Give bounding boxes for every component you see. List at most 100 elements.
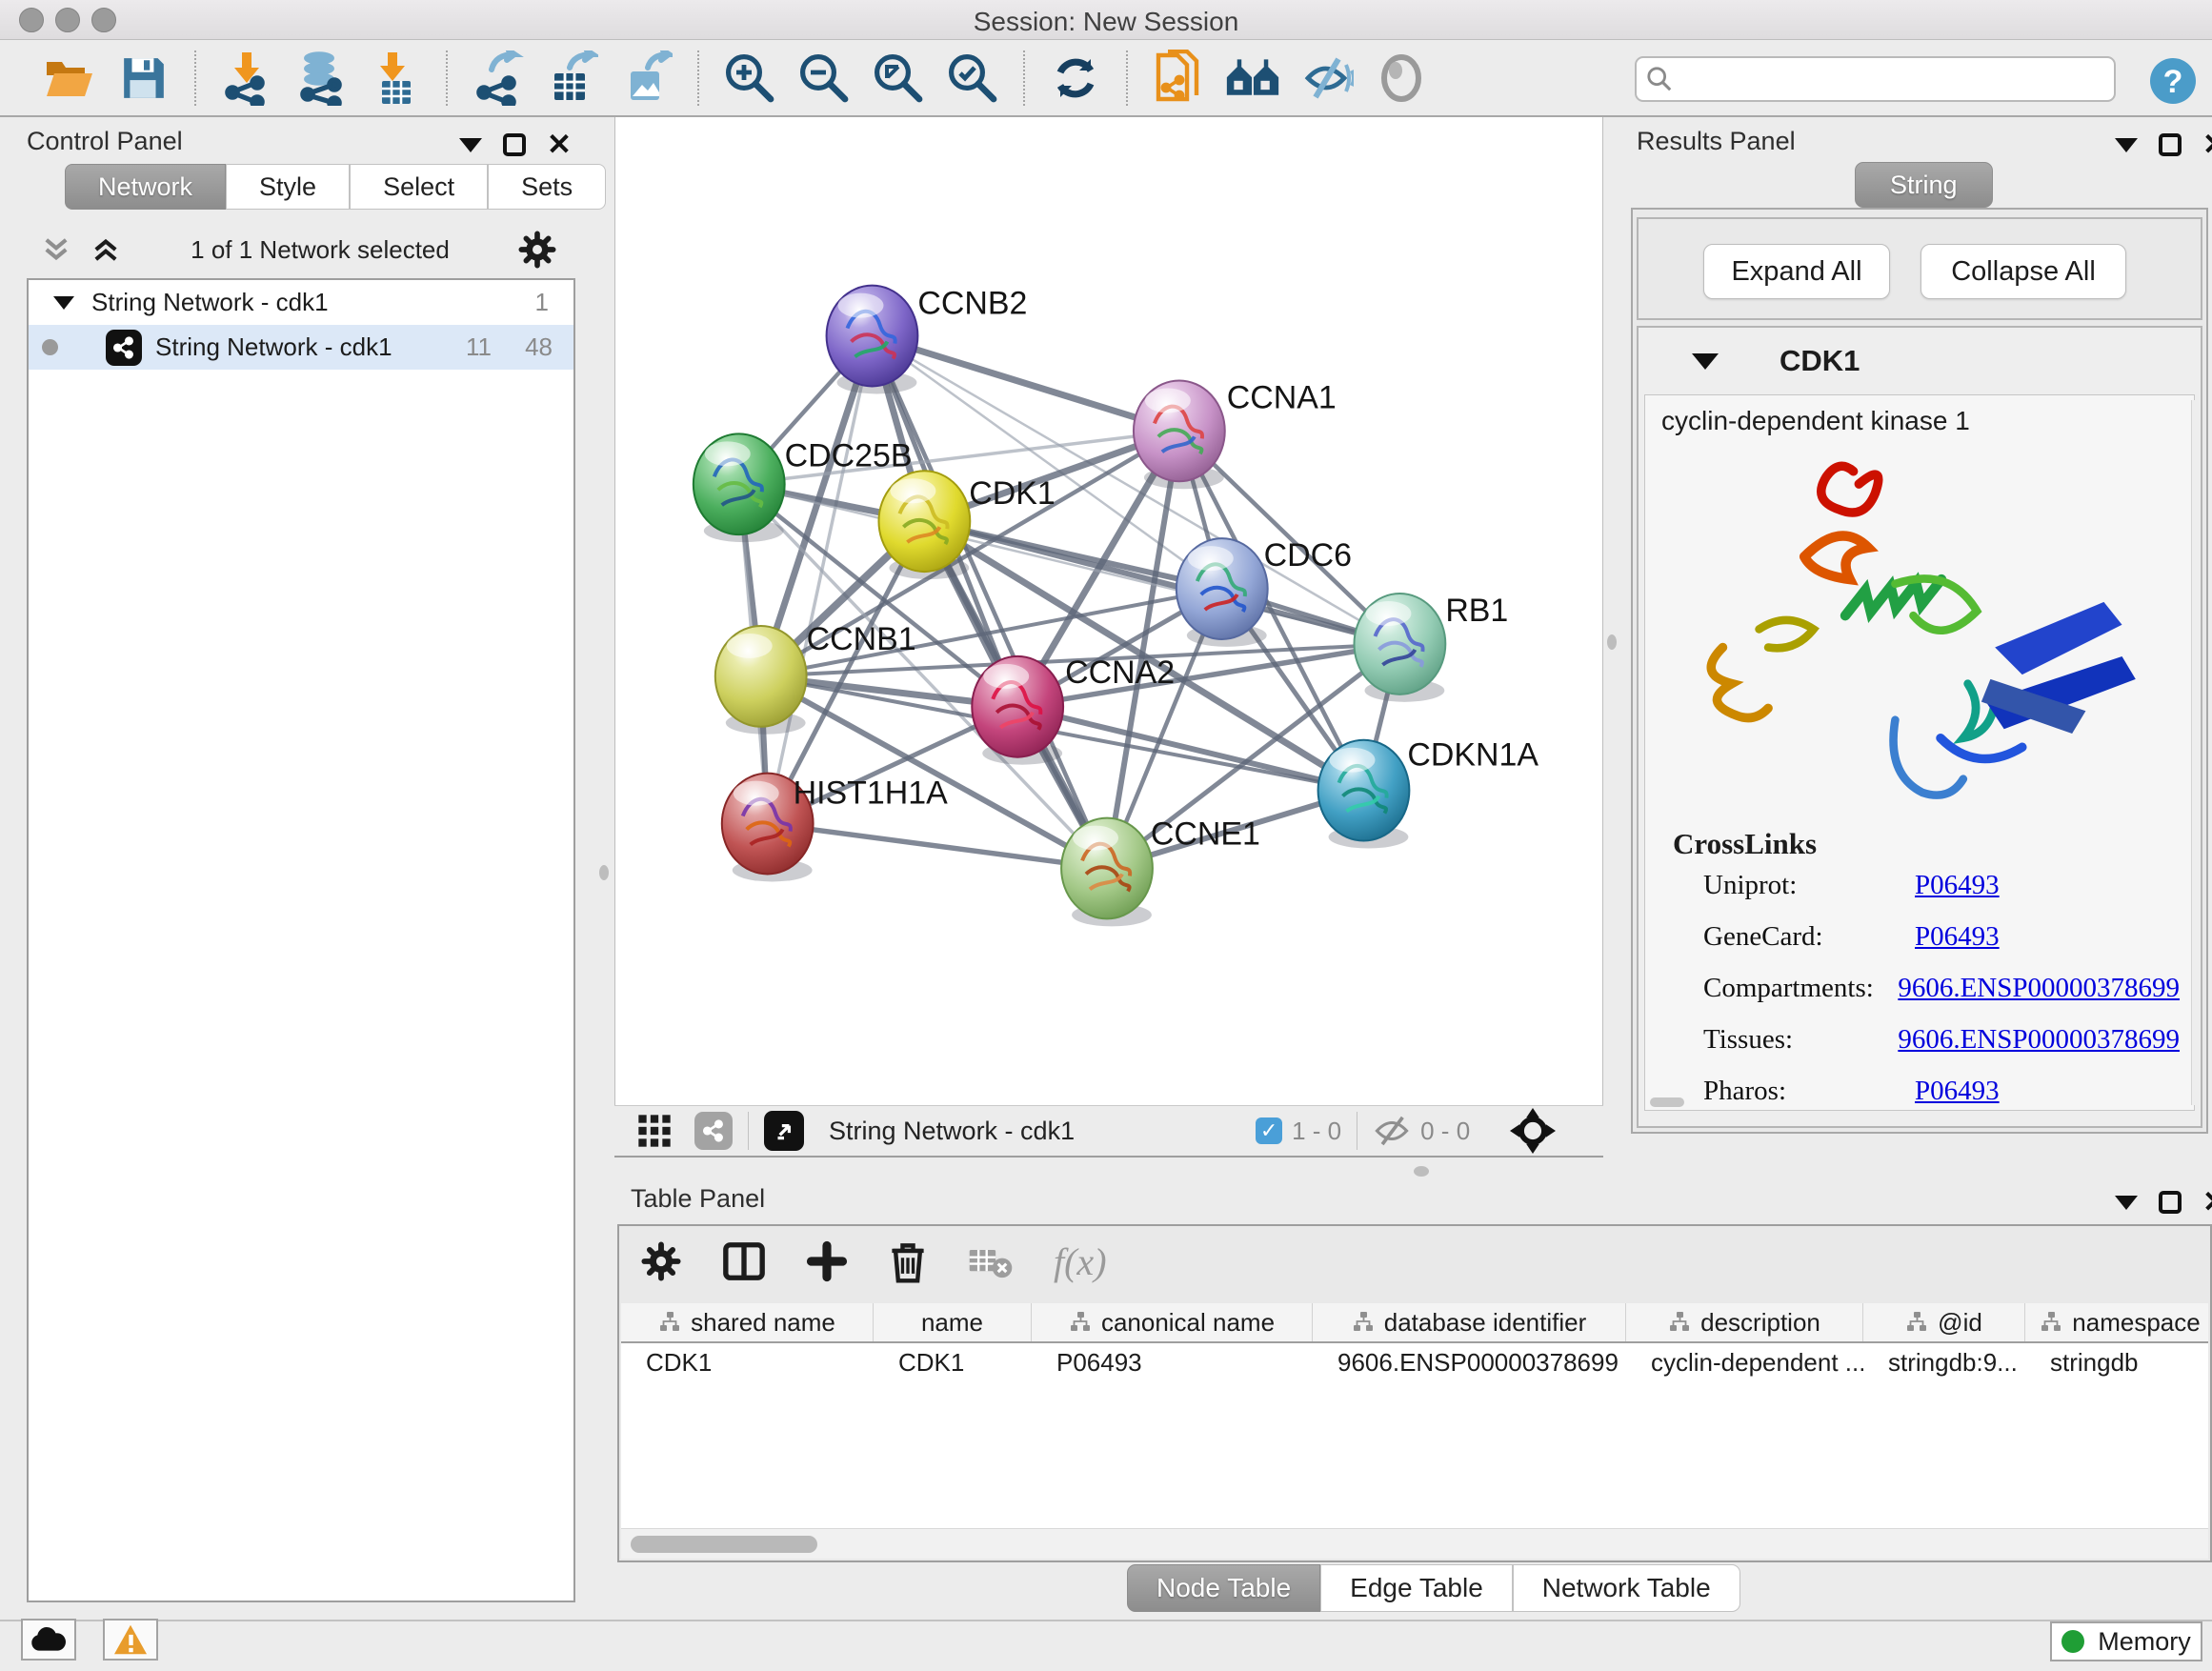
tab-network-table[interactable]: Network Table bbox=[1513, 1564, 1740, 1612]
tab-style[interactable]: Style bbox=[226, 164, 350, 210]
selected-items-checkbox-icon[interactable]: ✓ bbox=[1256, 1117, 1282, 1144]
export-image-icon[interactable] bbox=[619, 50, 674, 106]
zoom-selected-icon[interactable] bbox=[945, 50, 1000, 106]
right-splitter-handle[interactable] bbox=[1607, 634, 1617, 650]
results-hscroll-thumb[interactable] bbox=[1650, 1097, 1684, 1107]
function-builder-icon: f(x) bbox=[1054, 1239, 1107, 1284]
network-node-CCNE1[interactable]: CCNE1 bbox=[1061, 816, 1260, 927]
tab-string[interactable]: String bbox=[1855, 162, 1993, 208]
network-node-CCNB1[interactable]: CCNB1 bbox=[715, 621, 916, 735]
table-cell[interactable]: cyclin-dependent ... bbox=[1626, 1348, 1863, 1378]
left-splitter-handle[interactable] bbox=[599, 865, 609, 880]
zoom-fit-icon[interactable] bbox=[871, 50, 926, 106]
export-network-icon[interactable] bbox=[471, 50, 526, 106]
crosslink-link[interactable]: P06493 bbox=[1915, 870, 2000, 901]
collapse-all-tree-icon[interactable] bbox=[40, 233, 72, 266]
table-options-gear-icon[interactable] bbox=[640, 1240, 682, 1282]
open-session-icon[interactable] bbox=[42, 50, 97, 106]
cloud-status-button[interactable] bbox=[21, 1619, 76, 1661]
crosslink-link[interactable]: P06493 bbox=[1915, 1076, 2000, 1107]
delete-column-trash-icon[interactable] bbox=[888, 1238, 928, 1284]
column-header-canonical-name[interactable]: canonical name bbox=[1032, 1303, 1313, 1341]
panel-close-icon[interactable]: ✕ bbox=[2202, 133, 2212, 156]
network-graph[interactable]: CCNB2CCNA1CDC25BCDK1CDC6RB1CCNB1CCNA2CDK… bbox=[615, 117, 1602, 1105]
table-hscroll-thumb[interactable] bbox=[631, 1536, 817, 1553]
network-node-CDKN1A[interactable]: CDKN1A bbox=[1318, 737, 1539, 849]
tab-sets[interactable]: Sets bbox=[488, 164, 606, 210]
panel-float-icon[interactable] bbox=[2159, 133, 2182, 156]
panel-menu-icon[interactable] bbox=[2115, 138, 2138, 152]
tree-expand-icon[interactable] bbox=[53, 296, 74, 310]
memory-button[interactable]: Memory bbox=[2050, 1621, 2202, 1661]
apply-layout-icon[interactable] bbox=[1048, 50, 1103, 106]
tab-select[interactable]: Select bbox=[350, 164, 488, 210]
search-field bbox=[1635, 56, 2116, 102]
column-header-description[interactable]: description bbox=[1626, 1303, 1863, 1341]
panel-close-icon[interactable]: ✕ bbox=[547, 133, 572, 156]
expand-all-button[interactable]: Expand All bbox=[1703, 244, 1890, 299]
expand-all-tree-icon[interactable] bbox=[90, 233, 122, 266]
search-input[interactable] bbox=[1635, 56, 2116, 102]
show-columns-icon[interactable] bbox=[722, 1239, 766, 1283]
column-header-namespace[interactable]: namespace bbox=[2025, 1303, 2208, 1341]
column-header--id[interactable]: @id bbox=[1863, 1303, 2025, 1341]
panel-float-icon[interactable] bbox=[2159, 1191, 2182, 1214]
table-cell[interactable]: CDK1 bbox=[874, 1348, 1032, 1378]
network-edge[interactable] bbox=[872, 336, 1178, 432]
table-cell[interactable]: CDK1 bbox=[621, 1348, 874, 1378]
network-node-CDK1[interactable]: CDK1 bbox=[878, 471, 1055, 579]
show-graphics-details-icon[interactable] bbox=[1374, 50, 1429, 106]
tab-node-table[interactable]: Node Table bbox=[1127, 1564, 1320, 1612]
network-node-RB1[interactable]: RB1 bbox=[1355, 593, 1509, 702]
birds-eye-view-icon[interactable] bbox=[1510, 1108, 1556, 1154]
crosslink-link[interactable]: 9606.ENSP00000378699 bbox=[1898, 1024, 2180, 1056]
import-table-file-icon[interactable] bbox=[368, 50, 423, 106]
save-session-icon[interactable] bbox=[116, 50, 171, 106]
protein-card-header[interactable]: CDK1 bbox=[1637, 332, 2202, 391]
crosslink-link[interactable]: P06493 bbox=[1915, 921, 2000, 953]
collapse-all-button[interactable]: Collapse All bbox=[1920, 244, 2126, 299]
grid-view-icon[interactable] bbox=[635, 1112, 674, 1150]
panel-menu-icon[interactable] bbox=[2115, 1196, 2138, 1210]
results-scrollbar[interactable] bbox=[2191, 400, 2201, 1105]
import-network-file-icon[interactable] bbox=[219, 50, 274, 106]
network-node-CDC6[interactable]: CDC6 bbox=[1176, 537, 1352, 647]
table-toolbar: f(x) bbox=[640, 1238, 1107, 1284]
panel-menu-icon[interactable] bbox=[459, 138, 482, 152]
table-cell[interactable]: P06493 bbox=[1032, 1348, 1313, 1378]
share-view-icon[interactable] bbox=[694, 1112, 733, 1150]
network-node-CCNA1[interactable]: CCNA1 bbox=[1134, 379, 1337, 489]
zoom-in-icon[interactable] bbox=[722, 50, 777, 106]
network-options-gear-icon[interactable] bbox=[518, 231, 556, 269]
detach-view-icon[interactable] bbox=[764, 1111, 804, 1151]
column-header-shared-name[interactable]: shared name bbox=[621, 1303, 874, 1341]
column-header-database-identifier[interactable]: database identifier bbox=[1313, 1303, 1626, 1341]
hide-graphics-details-icon[interactable] bbox=[1299, 50, 1355, 106]
import-network-database-icon[interactable] bbox=[293, 50, 349, 106]
zoom-out-icon[interactable] bbox=[796, 50, 852, 106]
column-header-name[interactable]: name bbox=[874, 1303, 1032, 1341]
warnings-button[interactable] bbox=[103, 1619, 158, 1661]
horizontal-splitter-handle[interactable] bbox=[1414, 1166, 1429, 1177]
table-row[interactable]: CDK1CDK1P064939606.ENSP00000378699cyclin… bbox=[621, 1343, 2208, 1381]
string-import-icon[interactable] bbox=[1151, 50, 1206, 106]
table-cell[interactable]: 9606.ENSP00000378699 bbox=[1313, 1348, 1626, 1378]
network-node-HIST1H1A[interactable]: HIST1H1A bbox=[722, 774, 948, 882]
export-table-icon[interactable] bbox=[545, 50, 600, 106]
tab-edge-table[interactable]: Edge Table bbox=[1320, 1564, 1513, 1612]
tab-network[interactable]: Network bbox=[65, 164, 226, 210]
crosslink-link[interactable]: 9606.ENSP00000378699 bbox=[1898, 973, 2180, 1004]
create-column-plus-icon[interactable] bbox=[806, 1240, 848, 1282]
network-canvas[interactable]: CCNB2CCNA1CDC25BCDK1CDC6RB1CCNB1CCNA2CDK… bbox=[614, 117, 1603, 1105]
home-networks-icon[interactable] bbox=[1225, 50, 1280, 106]
panel-close-icon[interactable]: ✕ bbox=[2202, 1191, 2212, 1214]
table-hscrollbar[interactable] bbox=[621, 1528, 2208, 1559]
network-row[interactable]: String Network - cdk1 11 48 bbox=[29, 325, 573, 370]
network-collection-row[interactable]: String Network - cdk1 1 bbox=[29, 280, 573, 325]
panel-float-icon[interactable] bbox=[503, 133, 526, 156]
table-cell[interactable]: stringdb bbox=[2025, 1348, 2208, 1378]
table-cell[interactable]: stringdb:9... bbox=[1863, 1348, 2025, 1378]
network-edge[interactable] bbox=[768, 824, 1107, 869]
help-icon[interactable]: ? bbox=[2148, 56, 2198, 111]
collapse-section-icon[interactable] bbox=[1692, 353, 1719, 370]
